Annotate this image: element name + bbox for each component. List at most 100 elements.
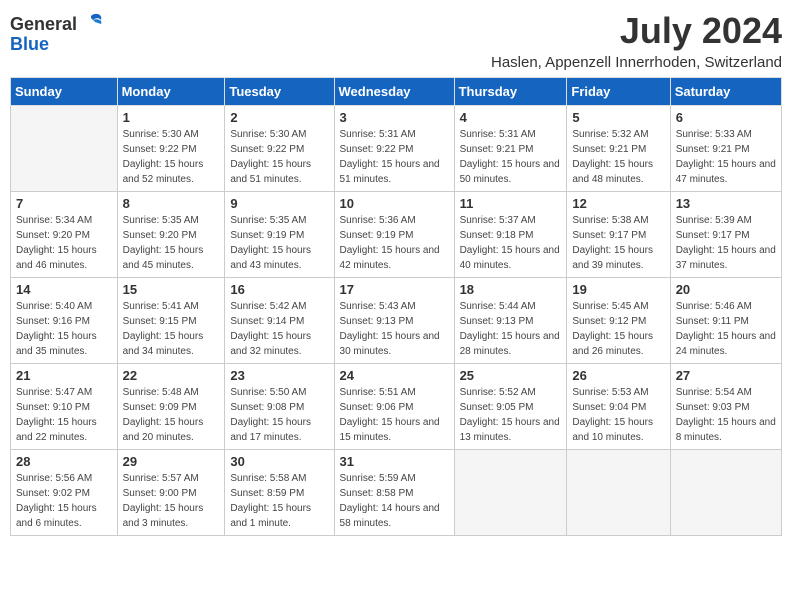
header-cell-thursday: Thursday <box>454 78 567 106</box>
day-cell: 29 Sunrise: 5:57 AM Sunset: 9:00 PM Dayl… <box>117 450 225 536</box>
day-cell: 17 Sunrise: 5:43 AM Sunset: 9:13 PM Dayl… <box>334 278 454 364</box>
day-cell: 14 Sunrise: 5:40 AM Sunset: 9:16 PM Dayl… <box>11 278 118 364</box>
day-info: Sunrise: 5:51 AM Sunset: 9:06 PM Dayligh… <box>340 385 449 445</box>
week-row-1: 1 Sunrise: 5:30 AM Sunset: 9:22 PM Dayli… <box>11 106 782 192</box>
day-info: Sunrise: 5:53 AM Sunset: 9:04 PM Dayligh… <box>572 385 664 445</box>
day-info: Sunrise: 5:57 AM Sunset: 9:00 PM Dayligh… <box>123 471 220 531</box>
day-cell: 3 Sunrise: 5:31 AM Sunset: 9:22 PM Dayli… <box>334 106 454 192</box>
day-cell: 28 Sunrise: 5:56 AM Sunset: 9:02 PM Dayl… <box>11 450 118 536</box>
day-number: 31 <box>340 454 449 469</box>
day-number: 11 <box>460 196 562 211</box>
day-cell: 6 Sunrise: 5:33 AM Sunset: 9:21 PM Dayli… <box>670 106 781 192</box>
calendar-header: SundayMondayTuesdayWednesdayThursdayFrid… <box>11 78 782 106</box>
day-number: 9 <box>230 196 328 211</box>
day-info: Sunrise: 5:42 AM Sunset: 9:14 PM Dayligh… <box>230 299 328 359</box>
day-number: 27 <box>676 368 776 383</box>
day-cell: 26 Sunrise: 5:53 AM Sunset: 9:04 PM Dayl… <box>567 364 670 450</box>
week-row-5: 28 Sunrise: 5:56 AM Sunset: 9:02 PM Dayl… <box>11 450 782 536</box>
day-cell: 9 Sunrise: 5:35 AM Sunset: 9:19 PM Dayli… <box>225 192 334 278</box>
day-cell: 16 Sunrise: 5:42 AM Sunset: 9:14 PM Dayl… <box>225 278 334 364</box>
day-info: Sunrise: 5:35 AM Sunset: 9:19 PM Dayligh… <box>230 213 328 273</box>
day-info: Sunrise: 5:48 AM Sunset: 9:09 PM Dayligh… <box>123 385 220 445</box>
week-row-4: 21 Sunrise: 5:47 AM Sunset: 9:10 PM Dayl… <box>11 364 782 450</box>
day-number: 1 <box>123 110 220 125</box>
day-info: Sunrise: 5:43 AM Sunset: 9:13 PM Dayligh… <box>340 299 449 359</box>
day-cell: 4 Sunrise: 5:31 AM Sunset: 9:21 PM Dayli… <box>454 106 567 192</box>
day-cell: 8 Sunrise: 5:35 AM Sunset: 9:20 PM Dayli… <box>117 192 225 278</box>
day-cell: 20 Sunrise: 5:46 AM Sunset: 9:11 PM Dayl… <box>670 278 781 364</box>
calendar-title: July 2024 <box>491 10 782 52</box>
day-info: Sunrise: 5:45 AM Sunset: 9:12 PM Dayligh… <box>572 299 664 359</box>
header-cell-friday: Friday <box>567 78 670 106</box>
day-cell <box>567 450 670 536</box>
logo-general: General <box>10 14 77 35</box>
day-info: Sunrise: 5:34 AM Sunset: 9:20 PM Dayligh… <box>16 213 112 273</box>
day-number: 20 <box>676 282 776 297</box>
header-cell-tuesday: Tuesday <box>225 78 334 106</box>
day-info: Sunrise: 5:39 AM Sunset: 9:17 PM Dayligh… <box>676 213 776 273</box>
day-number: 3 <box>340 110 449 125</box>
day-number: 26 <box>572 368 664 383</box>
day-number: 15 <box>123 282 220 297</box>
logo: General Blue <box>10 10 105 55</box>
day-info: Sunrise: 5:37 AM Sunset: 9:18 PM Dayligh… <box>460 213 562 273</box>
day-cell: 31 Sunrise: 5:59 AM Sunset: 8:58 PM Dayl… <box>334 450 454 536</box>
day-info: Sunrise: 5:36 AM Sunset: 9:19 PM Dayligh… <box>340 213 449 273</box>
day-cell: 2 Sunrise: 5:30 AM Sunset: 9:22 PM Dayli… <box>225 106 334 192</box>
day-info: Sunrise: 5:41 AM Sunset: 9:15 PM Dayligh… <box>123 299 220 359</box>
day-info: Sunrise: 5:40 AM Sunset: 9:16 PM Dayligh… <box>16 299 112 359</box>
day-info: Sunrise: 5:33 AM Sunset: 9:21 PM Dayligh… <box>676 127 776 187</box>
day-info: Sunrise: 5:30 AM Sunset: 9:22 PM Dayligh… <box>123 127 220 187</box>
day-info: Sunrise: 5:50 AM Sunset: 9:08 PM Dayligh… <box>230 385 328 445</box>
day-number: 23 <box>230 368 328 383</box>
day-info: Sunrise: 5:58 AM Sunset: 8:59 PM Dayligh… <box>230 471 328 531</box>
day-cell: 12 Sunrise: 5:38 AM Sunset: 9:17 PM Dayl… <box>567 192 670 278</box>
day-number: 21 <box>16 368 112 383</box>
day-number: 25 <box>460 368 562 383</box>
day-number: 30 <box>230 454 328 469</box>
day-number: 13 <box>676 196 776 211</box>
day-number: 28 <box>16 454 112 469</box>
day-cell <box>454 450 567 536</box>
day-info: Sunrise: 5:47 AM Sunset: 9:10 PM Dayligh… <box>16 385 112 445</box>
day-cell: 23 Sunrise: 5:50 AM Sunset: 9:08 PM Dayl… <box>225 364 334 450</box>
day-number: 18 <box>460 282 562 297</box>
day-number: 12 <box>572 196 664 211</box>
week-row-3: 14 Sunrise: 5:40 AM Sunset: 9:16 PM Dayl… <box>11 278 782 364</box>
day-info: Sunrise: 5:56 AM Sunset: 9:02 PM Dayligh… <box>16 471 112 531</box>
day-number: 2 <box>230 110 328 125</box>
day-info: Sunrise: 5:31 AM Sunset: 9:21 PM Dayligh… <box>460 127 562 187</box>
day-cell: 24 Sunrise: 5:51 AM Sunset: 9:06 PM Dayl… <box>334 364 454 450</box>
logo-blue: Blue <box>10 34 49 55</box>
day-cell: 1 Sunrise: 5:30 AM Sunset: 9:22 PM Dayli… <box>117 106 225 192</box>
day-number: 5 <box>572 110 664 125</box>
week-row-2: 7 Sunrise: 5:34 AM Sunset: 9:20 PM Dayli… <box>11 192 782 278</box>
day-cell: 18 Sunrise: 5:44 AM Sunset: 9:13 PM Dayl… <box>454 278 567 364</box>
day-cell: 5 Sunrise: 5:32 AM Sunset: 9:21 PM Dayli… <box>567 106 670 192</box>
day-info: Sunrise: 5:35 AM Sunset: 9:20 PM Dayligh… <box>123 213 220 273</box>
header-cell-sunday: Sunday <box>11 78 118 106</box>
day-number: 6 <box>676 110 776 125</box>
header-cell-saturday: Saturday <box>670 78 781 106</box>
header-cell-monday: Monday <box>117 78 225 106</box>
header: General Blue July 2024 Haslen, Appenzell… <box>10 10 782 71</box>
day-cell <box>670 450 781 536</box>
day-info: Sunrise: 5:54 AM Sunset: 9:03 PM Dayligh… <box>676 385 776 445</box>
day-cell: 30 Sunrise: 5:58 AM Sunset: 8:59 PM Dayl… <box>225 450 334 536</box>
day-info: Sunrise: 5:44 AM Sunset: 9:13 PM Dayligh… <box>460 299 562 359</box>
day-cell: 27 Sunrise: 5:54 AM Sunset: 9:03 PM Dayl… <box>670 364 781 450</box>
day-cell: 10 Sunrise: 5:36 AM Sunset: 9:19 PM Dayl… <box>334 192 454 278</box>
day-number: 4 <box>460 110 562 125</box>
day-info: Sunrise: 5:32 AM Sunset: 9:21 PM Dayligh… <box>572 127 664 187</box>
day-info: Sunrise: 5:59 AM Sunset: 8:58 PM Dayligh… <box>340 471 449 531</box>
day-number: 7 <box>16 196 112 211</box>
day-number: 24 <box>340 368 449 383</box>
day-cell: 21 Sunrise: 5:47 AM Sunset: 9:10 PM Dayl… <box>11 364 118 450</box>
day-cell: 13 Sunrise: 5:39 AM Sunset: 9:17 PM Dayl… <box>670 192 781 278</box>
calendar-table: SundayMondayTuesdayWednesdayThursdayFrid… <box>10 77 782 536</box>
day-number: 22 <box>123 368 220 383</box>
header-row: SundayMondayTuesdayWednesdayThursdayFrid… <box>11 78 782 106</box>
day-info: Sunrise: 5:30 AM Sunset: 9:22 PM Dayligh… <box>230 127 328 187</box>
day-cell: 15 Sunrise: 5:41 AM Sunset: 9:15 PM Dayl… <box>117 278 225 364</box>
day-number: 10 <box>340 196 449 211</box>
